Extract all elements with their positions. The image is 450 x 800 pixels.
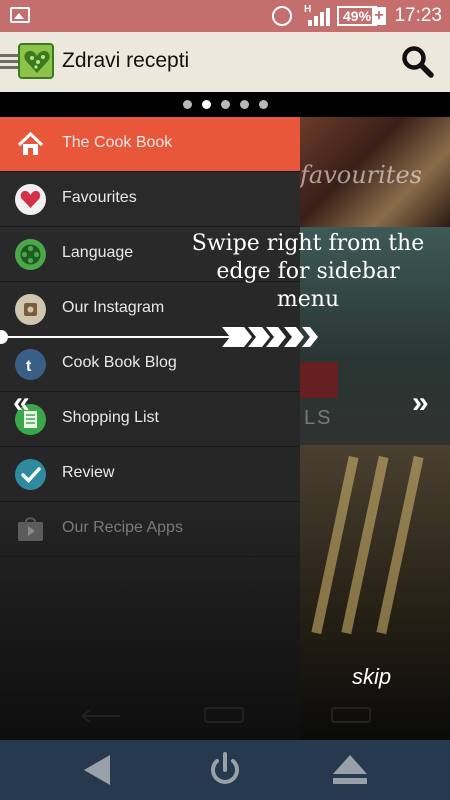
signal-icon [308, 6, 330, 26]
sidebar-item-favourites[interactable]: Favourites [0, 172, 300, 227]
sidebar-item-label: Language [62, 244, 134, 261]
page-dot[interactable] [239, 100, 249, 109]
page-dot[interactable] [258, 100, 268, 109]
page-dot[interactable] [182, 100, 192, 109]
back-triangle-icon [84, 755, 110, 785]
previous-page-icon[interactable]: « [13, 386, 30, 420]
swipe-hint-text: Swipe right from the edge for sidebar me… [191, 231, 425, 312]
film-reel-icon [15, 239, 46, 270]
sidebar-item-label: Review [62, 464, 115, 481]
faint-background-nav [81, 707, 371, 723]
swipe-chevrons-icon [222, 327, 318, 347]
clock: 17:23 [394, 5, 442, 26]
eject-icon [333, 755, 367, 784]
category-tile-text: LS [304, 407, 333, 429]
favourites-tile[interactable]: favourites [300, 117, 450, 227]
eject-button[interactable] [330, 752, 370, 788]
charging-icon: + [372, 7, 386, 25]
app-title: Zdravi recepti [62, 49, 190, 72]
heart-logo-icon [24, 50, 50, 73]
review-check-icon [15, 459, 46, 490]
heart-icon [15, 184, 46, 215]
gallery-notification-icon [10, 7, 30, 23]
sidebar-item-review[interactable]: Review [0, 447, 300, 502]
sidebar-item-label: Our Recipe Apps [62, 519, 183, 536]
status-bar: H 49% + 17:23 [0, 0, 450, 32]
power-button[interactable] [205, 752, 245, 788]
sidebar-item-recipe-apps[interactable]: Our Recipe Apps [0, 502, 300, 557]
recipe-tile[interactable] [300, 445, 450, 740]
swipe-guide-line [0, 336, 230, 338]
sidebar-item-label: The Cook Book [62, 134, 173, 151]
tile-letter-mark [300, 362, 338, 398]
skip-tutorial-button[interactable]: skip [352, 664, 391, 690]
play-bag-icon [15, 514, 46, 545]
back-button[interactable] [76, 752, 116, 788]
alarm-icon [272, 6, 292, 26]
favourites-tile-text: favourites [300, 161, 422, 189]
search-button[interactable] [400, 44, 436, 80]
sidebar-item-label: Shopping List [62, 409, 159, 426]
instagram-icon [15, 294, 46, 325]
home-icon [15, 129, 46, 160]
app-logo[interactable] [18, 43, 54, 79]
menu-icon[interactable] [0, 54, 18, 70]
app-bar: Zdravi recepti [0, 32, 450, 92]
page-indicator [0, 96, 450, 112]
search-icon [402, 46, 434, 78]
system-nav-bar [0, 740, 450, 800]
power-icon [211, 752, 239, 784]
sidebar-item-cook-book[interactable]: The Cook Book [0, 117, 300, 172]
page-dot-active[interactable] [201, 100, 211, 109]
sidebar-item-shopping-list[interactable]: Shopping List [0, 392, 300, 447]
tumblr-icon: t [15, 349, 46, 380]
svg-text:t: t [26, 358, 32, 375]
sidebar-drawer: The Cook Book Favourites Language Our In… [0, 117, 300, 740]
sidebar-item-label: Cook Book Blog [62, 354, 177, 371]
page-dot[interactable] [220, 100, 230, 109]
next-page-icon[interactable]: » [412, 386, 429, 420]
sidebar-item-label: Favourites [62, 189, 137, 206]
sidebar-item-label: Our Instagram [62, 299, 165, 316]
